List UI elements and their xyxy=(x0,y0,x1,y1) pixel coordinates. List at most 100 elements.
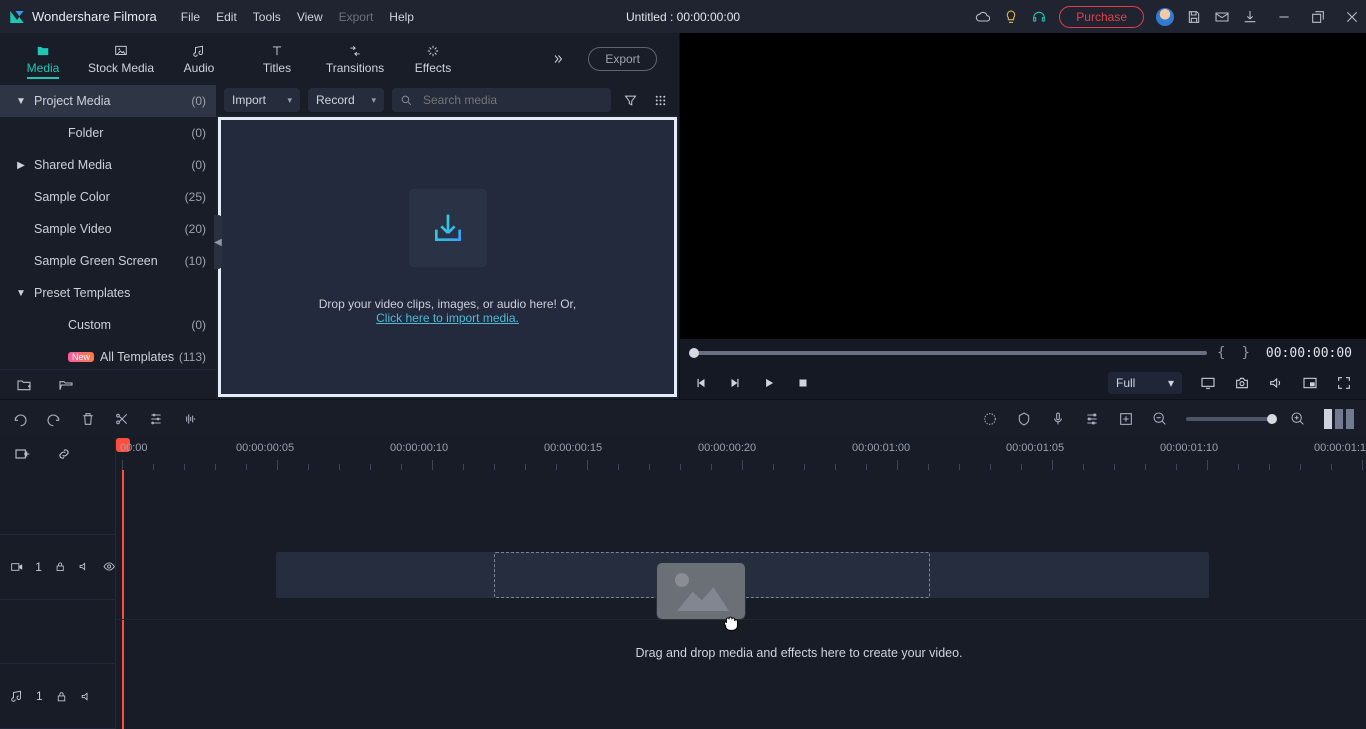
tab-media[interactable]: Media xyxy=(4,33,82,85)
step-back-icon[interactable] xyxy=(694,376,708,390)
ruler[interactable]: 00:0000:00:00:0500:00:00:1000:00:00:1500… xyxy=(116,438,1366,470)
tab-effects[interactable]: Effects xyxy=(394,33,472,85)
tab-stock-media[interactable]: Stock Media xyxy=(82,33,160,85)
lightbulb-icon[interactable] xyxy=(1003,9,1019,25)
tab-transitions[interactable]: Transitions xyxy=(316,33,394,85)
account-avatar-icon[interactable] xyxy=(1156,8,1174,26)
menu-help[interactable]: Help xyxy=(381,10,422,24)
sliders-icon[interactable] xyxy=(148,411,164,427)
grid-view-button[interactable] xyxy=(649,89,671,111)
export-button[interactable]: Export xyxy=(588,47,657,71)
marker-icon[interactable] xyxy=(1016,411,1032,427)
quality-select[interactable]: Full▾ xyxy=(1108,372,1182,394)
video-track-header: 1 xyxy=(0,535,115,600)
display-icon[interactable] xyxy=(1200,375,1216,391)
import-media-link[interactable]: Click here to import media. xyxy=(376,311,519,325)
save-icon[interactable] xyxy=(1186,9,1202,25)
render-icon[interactable] xyxy=(982,411,998,427)
tree-item[interactable]: ▶Shared Media(0) xyxy=(0,149,216,181)
ruler-label: 00:00:01:15 xyxy=(1314,442,1366,454)
window-minimize-icon[interactable] xyxy=(1276,9,1292,25)
mail-icon[interactable] xyxy=(1214,9,1230,25)
tree-item[interactable]: ▶Sample Green Screen(10) xyxy=(0,245,216,277)
tree-item[interactable]: ▶NewAll Templates(113) xyxy=(0,341,216,369)
step-forward-icon[interactable] xyxy=(728,376,742,390)
cloud-icon[interactable] xyxy=(975,9,991,25)
menu-edit[interactable]: Edit xyxy=(208,10,245,24)
menu-file[interactable]: File xyxy=(173,10,208,24)
audio-track-index: 1 xyxy=(36,689,43,703)
tab-audio[interactable]: Audio xyxy=(160,33,238,85)
zoom-out-icon[interactable] xyxy=(1152,411,1168,427)
video-track-lane[interactable] xyxy=(116,530,1366,620)
timeline-track-area[interactable]: Drag and drop media and effects here to … xyxy=(116,470,1366,729)
scrubber-knob[interactable] xyxy=(689,348,699,358)
window-close-icon[interactable] xyxy=(1344,9,1360,25)
purchase-button[interactable]: Purchase xyxy=(1059,6,1144,28)
mute-icon[interactable] xyxy=(80,690,93,703)
tree-arrow-icon[interactable]: ▼ xyxy=(14,288,28,299)
headset-icon[interactable] xyxy=(1031,9,1047,25)
redo-icon[interactable] xyxy=(46,411,62,427)
import-dropdown[interactable]: Import▾ xyxy=(224,88,300,112)
add-track-icon[interactable] xyxy=(14,446,30,462)
fullscreen-icon[interactable] xyxy=(1336,375,1352,391)
voiceover-icon[interactable] xyxy=(1050,411,1066,427)
quality-label: Full xyxy=(1116,376,1135,390)
waveform-icon[interactable] xyxy=(182,411,198,427)
tree-item[interactable]: ▼Project Media(0) xyxy=(0,85,216,117)
mixer-icon[interactable] xyxy=(1084,411,1100,427)
mark-in-out[interactable]: {} xyxy=(1217,345,1250,361)
tree-item-label: All Templates xyxy=(100,350,174,364)
pip-icon[interactable] xyxy=(1302,375,1318,391)
link-icon[interactable] xyxy=(56,446,72,462)
lock-icon[interactable] xyxy=(55,690,68,703)
tree-item[interactable]: ▶Sample Color(25) xyxy=(0,181,216,213)
record-dropdown[interactable]: Record▾ xyxy=(308,88,384,112)
menu-bar: File Edit Tools View Export Help xyxy=(173,10,422,24)
tree-arrow-icon[interactable]: ▶ xyxy=(14,160,28,171)
download-icon[interactable] xyxy=(1242,9,1258,25)
mark-out-icon[interactable]: } xyxy=(1241,345,1249,361)
app-name: Wondershare Filmora xyxy=(32,9,157,24)
panel-collapse-handle[interactable]: ◀ xyxy=(214,215,222,269)
zoom-slider[interactable] xyxy=(1186,417,1272,421)
filter-button[interactable] xyxy=(619,89,641,111)
media-drop-zone[interactable]: Drop your video clips, images, or audio … xyxy=(218,117,677,397)
play-icon[interactable] xyxy=(762,376,776,390)
menu-view[interactable]: View xyxy=(289,10,331,24)
tree-arrow-icon[interactable]: ▼ xyxy=(14,96,28,107)
tab-titles[interactable]: Titles xyxy=(238,33,316,85)
zoom-in-icon[interactable] xyxy=(1290,411,1306,427)
open-folder-icon[interactable] xyxy=(58,377,74,393)
mark-in-icon[interactable]: { xyxy=(1217,345,1225,361)
split-icon[interactable] xyxy=(114,411,130,427)
tree-item[interactable]: ▶Sample Video(20) xyxy=(0,213,216,245)
tree-item[interactable]: ▶Folder(0) xyxy=(0,117,216,149)
search-input[interactable] xyxy=(421,92,603,108)
tree-item[interactable]: ▼Preset Templates xyxy=(0,277,216,309)
zoom-knob[interactable] xyxy=(1267,414,1277,424)
undo-icon[interactable] xyxy=(12,411,28,427)
menu-tools[interactable]: Tools xyxy=(245,10,289,24)
search-media[interactable] xyxy=(392,88,611,112)
tree-item-count: (0) xyxy=(191,126,206,140)
video-track-index: 1 xyxy=(35,560,42,574)
preview-scrubber[interactable] xyxy=(694,351,1207,355)
window-restore-icon[interactable] xyxy=(1310,9,1326,25)
timeline-toolbar xyxy=(0,400,1366,438)
add-folder-icon[interactable] xyxy=(16,377,32,393)
tree-item-label: Shared Media xyxy=(34,158,112,172)
eye-icon[interactable] xyxy=(103,560,115,573)
more-tabs-button[interactable] xyxy=(544,45,572,73)
lock-icon[interactable] xyxy=(54,560,66,573)
tree-item[interactable]: ▶Custom(0) xyxy=(0,309,216,341)
track-height-toggle[interactable] xyxy=(1324,409,1354,429)
add-keyframe-icon[interactable] xyxy=(1118,411,1134,427)
volume-icon[interactable] xyxy=(1268,375,1284,391)
stop-icon[interactable] xyxy=(796,376,810,390)
tree-item-label: Sample Video xyxy=(34,222,112,236)
delete-icon[interactable] xyxy=(80,411,96,427)
snapshot-icon[interactable] xyxy=(1234,375,1250,391)
mute-icon[interactable] xyxy=(78,560,90,573)
